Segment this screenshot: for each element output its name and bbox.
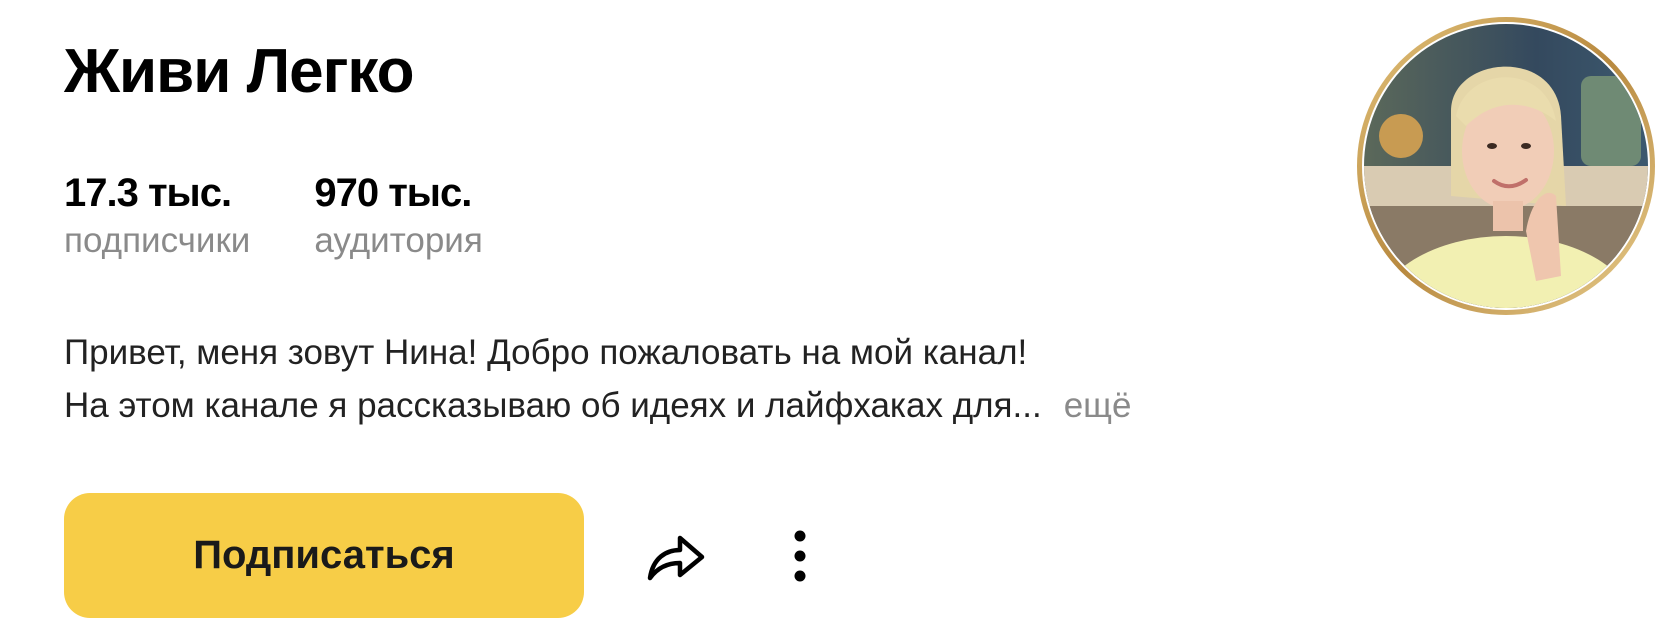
more-options-button[interactable] [770, 520, 830, 592]
stat-subscribers[interactable]: 17.3 тыс. подписчики [64, 170, 250, 266]
stat-subscribers-label: подписчики [64, 221, 251, 260]
subscribe-button[interactable]: Подписаться [64, 493, 584, 618]
stat-audience: 970 тыс. аудитория [314, 170, 482, 266]
avatar-image [1357, 17, 1655, 315]
description-line-2: На этом канале я рассказываю об идеях и … [64, 379, 1284, 432]
stat-audience-value: 970 тыс. [314, 171, 472, 215]
description-line-1: Привет, меня зовут Нина! Добро пожаловат… [64, 333, 1028, 372]
channel-avatar[interactable] [1356, 16, 1656, 316]
description-line-2-text: На этом канале я рассказываю об идеях и … [64, 386, 1042, 425]
more-vertical-icon [794, 530, 806, 582]
channel-header: Живи Легко 17.3 тыс. подписчики 970 тыс.… [0, 0, 1680, 635]
show-more-link[interactable]: ещё [1064, 386, 1132, 425]
channel-stats: 17.3 тыс. подписчики 970 тыс. аудитория [64, 170, 483, 266]
channel-description: Привет, меня зовут Нина! Добро пожаловат… [64, 326, 1284, 432]
share-button[interactable] [640, 520, 712, 592]
stat-subscribers-value: 17.3 тыс. [64, 171, 232, 215]
share-icon [647, 535, 705, 581]
stat-audience-label: аудитория [314, 221, 483, 260]
channel-title: Живи Легко [64, 37, 414, 106]
